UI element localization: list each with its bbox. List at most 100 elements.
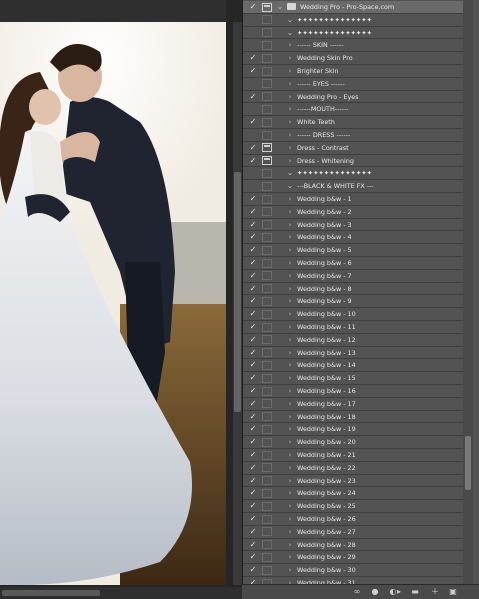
layer-name[interactable]: Wedding b&w - 5 (297, 244, 352, 256)
layer-row[interactable]: ✓ › Wedding b&w - 6 (243, 257, 465, 270)
layer-row[interactable]: ✓ › Wedding Skin Pro (243, 52, 465, 65)
visibility-check-icon[interactable]: ✓ (248, 398, 258, 410)
visibility-check-icon[interactable]: ✓ (248, 462, 258, 474)
visibility-check-icon[interactable]: ✓ (248, 500, 258, 512)
layer-row[interactable]: ✓ › Wedding b&w - 28 (243, 539, 465, 552)
chevron-right-icon[interactable]: › (286, 257, 294, 269)
layer-name[interactable]: Wedding b&w - 8 (297, 283, 352, 295)
chevron-right-icon[interactable]: › (286, 526, 294, 538)
layer-row[interactable]: ✓ › Wedding b&w - 10 (243, 308, 465, 321)
chevron-down-icon[interactable]: ⌄ (286, 14, 294, 26)
layer-name[interactable]: ------ DRESS ------ (297, 129, 350, 141)
chevron-right-icon[interactable]: › (286, 436, 294, 448)
layer-lock-box[interactable] (262, 53, 272, 63)
layer-row[interactable]: ✓ › Wedding b&w - 25 (243, 500, 465, 513)
layer-row[interactable]: ✓ › Wedding b&w - 11 (243, 321, 465, 334)
chevron-right-icon[interactable]: › (286, 78, 294, 90)
chevron-right-icon[interactable]: › (286, 462, 294, 474)
chevron-right-icon[interactable]: › (286, 347, 294, 359)
layer-row[interactable]: ✓ › Wedding b&w - 30 (243, 564, 465, 577)
layer-row[interactable]: › ------ EYES ------ (243, 78, 465, 91)
layer-name[interactable]: Wedding Pro - Pro-Space.com (300, 1, 394, 13)
layer-lock-box[interactable] (262, 28, 272, 38)
chevron-right-icon[interactable]: › (286, 270, 294, 282)
layer-name[interactable]: Wedding b&w - 28 (297, 539, 356, 551)
visibility-check-icon[interactable]: ✓ (248, 449, 258, 461)
layer-lock-box[interactable] (262, 104, 272, 114)
layer-row[interactable]: ✓ › Wedding b&w - 15 (243, 372, 465, 385)
fx-icon[interactable]: ● (370, 587, 380, 597)
layer-name[interactable]: Wedding b&w - 24 (297, 487, 356, 499)
layer-lock-box[interactable] (262, 348, 272, 358)
layer-name[interactable]: Wedding b&w - 21 (297, 449, 356, 461)
chevron-right-icon[interactable]: › (286, 372, 294, 384)
chevron-right-icon[interactable]: › (286, 334, 294, 346)
layer-name[interactable]: Wedding b&w - 9 (297, 295, 352, 307)
layer-row[interactable]: ✓ › Wedding b&w - 27 (243, 526, 465, 539)
chevron-right-icon[interactable]: › (286, 500, 294, 512)
layer-lock-box[interactable] (262, 15, 272, 25)
chevron-right-icon[interactable]: › (286, 359, 294, 371)
visibility-check-icon[interactable]: ✓ (248, 539, 258, 551)
chevron-right-icon[interactable]: › (286, 295, 294, 307)
visibility-check-icon[interactable]: ✓ (248, 295, 258, 307)
layer-name[interactable]: Brighter Skin (297, 65, 339, 77)
layer-name[interactable]: White Teeth (297, 116, 335, 128)
layers-scrollbar[interactable] (463, 0, 473, 584)
layer-name[interactable]: Wedding b&w - 16 (297, 385, 356, 397)
chevron-right-icon[interactable]: › (286, 103, 294, 115)
layer-row[interactable]: › ------ SKIN ------ (243, 39, 465, 53)
visibility-check-icon[interactable]: ✓ (248, 372, 258, 384)
layer-row[interactable]: ✓ › Dress - Whitening (243, 155, 465, 168)
layer-row[interactable]: ✓ › Wedding b&w - 9 (243, 295, 465, 309)
chevron-right-icon[interactable]: › (286, 39, 294, 51)
link-icon[interactable]: ∞ (352, 587, 362, 597)
chevron-right-icon[interactable]: › (286, 487, 294, 499)
layer-row[interactable]: ✓ › Wedding b&w - 5 (243, 244, 465, 257)
layer-lock-box[interactable] (262, 565, 272, 575)
visibility-check-icon[interactable]: ✓ (248, 142, 258, 154)
visibility-empty-icon[interactable] (248, 129, 258, 141)
layer-name[interactable]: Wedding b&w - 11 (297, 321, 356, 333)
layer-name[interactable]: Wedding b&w - 3 (297, 219, 352, 231)
chevron-down-icon[interactable]: ⌄ (286, 27, 294, 39)
layer-row[interactable]: ✓ › Wedding b&w - 1 (243, 193, 465, 206)
layer-name[interactable]: Wedding b&w - 26 (297, 513, 356, 525)
layer-row[interactable]: ✓ › Wedding b&w - 18 (243, 411, 465, 424)
layer-name[interactable]: Wedding b&w - 18 (297, 411, 356, 423)
layer-lock-box[interactable] (262, 194, 272, 204)
layer-row[interactable]: ✓ › Wedding b&w - 17 (243, 398, 465, 411)
layer-name[interactable]: Wedding b&w - 10 (297, 308, 356, 320)
layer-row[interactable]: › ------ DRESS ------ (243, 129, 465, 142)
chevron-right-icon[interactable]: › (286, 551, 294, 563)
layer-lock-box[interactable] (262, 296, 272, 306)
visibility-empty-icon[interactable] (248, 27, 258, 39)
layer-lock-box[interactable] (262, 437, 272, 447)
visibility-check-icon[interactable]: ✓ (248, 65, 258, 77)
chevron-right-icon[interactable]: › (286, 385, 294, 397)
layer-row[interactable]: ✓ › Wedding b&w - 22 (243, 462, 465, 475)
layer-lock-box[interactable] (262, 476, 272, 486)
visibility-check-icon[interactable]: ✓ (248, 116, 258, 128)
chevron-right-icon[interactable]: › (286, 52, 294, 64)
layer-row[interactable]: ✓ › Wedding b&w - 19 (243, 423, 465, 437)
layer-name[interactable]: Wedding b&w - 13 (297, 347, 356, 359)
layer-name[interactable]: ---BLACK & WHITE FX --- (297, 180, 374, 192)
layer-lock-box[interactable] (262, 79, 272, 89)
layer-name[interactable]: Wedding b&w - 2 (297, 206, 352, 218)
visibility-check-icon[interactable]: ✓ (248, 526, 258, 538)
layer-lock-box[interactable] (262, 130, 272, 140)
canvas-horizontal-scrollbar[interactable] (0, 587, 242, 599)
chevron-right-icon[interactable]: › (286, 206, 294, 218)
layer-name[interactable]: Wedding b&w - 1 (297, 193, 352, 205)
new-layer-icon[interactable]: ＋ (430, 587, 440, 597)
layer-name[interactable]: Wedding b&w - 20 (297, 436, 356, 448)
chevron-right-icon[interactable]: › (286, 539, 294, 551)
chevron-right-icon[interactable]: › (286, 91, 294, 103)
chevron-right-icon[interactable]: › (286, 398, 294, 410)
layer-row[interactable]: ✓ › Wedding b&w - 7 (243, 270, 465, 283)
layer-row[interactable]: ✓ › Wedding b&w - 4 (243, 231, 465, 245)
layer-row[interactable]: ✓ › Wedding b&w - 31 (243, 577, 465, 584)
layer-row[interactable]: ✓ ⌄ Wedding Pro - Pro-Space.com (243, 1, 465, 14)
layer-lock-box[interactable] (262, 424, 272, 434)
